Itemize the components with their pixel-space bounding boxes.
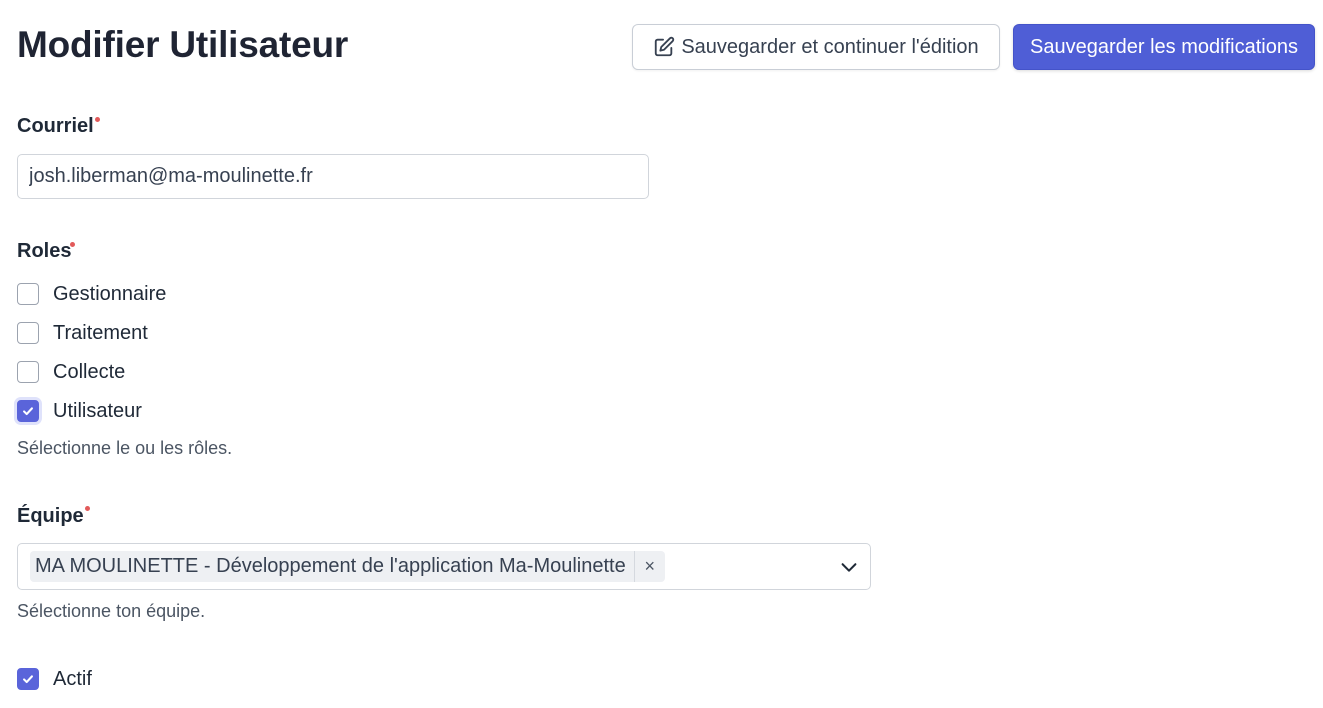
- edit-icon: [653, 36, 675, 58]
- role-label: Utilisateur: [53, 399, 142, 422]
- active-option[interactable]: Actif: [17, 666, 92, 692]
- save-and-continue-label: Sauvegarder et continuer l'édition: [681, 35, 979, 58]
- checkbox[interactable]: [17, 322, 39, 344]
- role-label: Traitement: [53, 321, 148, 344]
- check-icon: [23, 675, 33, 684]
- team-help-text: Sélectionne ton équipe.: [17, 601, 206, 621]
- email-field[interactable]: [17, 154, 649, 199]
- role-option-traitement[interactable]: Traitement: [17, 320, 148, 346]
- active-label: Actif: [53, 667, 92, 690]
- team-label: Équipe: [17, 505, 84, 527]
- save-and-continue-button[interactable]: Sauvegarder et continuer l'édition: [632, 24, 1000, 70]
- role-label: Collecte: [53, 360, 126, 383]
- page-title: Modifier Utilisateur: [17, 24, 349, 65]
- required-indicator: [85, 506, 90, 511]
- selected-team-label: MA MOULINETTE - Développement de l'appli…: [35, 555, 626, 577]
- roles-help-text: Sélectionne le ou les rôles.: [17, 438, 233, 458]
- save-changes-button[interactable]: Sauvegarder les modifications: [1013, 24, 1315, 70]
- selected-team-chip: MA MOULINETTE - Développement de l'appli…: [30, 551, 665, 582]
- edit-user-page: Modifier Utilisateur Sauvegarder et cont…: [0, 0, 1323, 708]
- required-indicator: [70, 242, 75, 247]
- checkbox[interactable]: [17, 361, 39, 383]
- team-select[interactable]: MA MOULINETTE - Développement de l'appli…: [17, 543, 871, 590]
- email-label: Courriel: [17, 115, 94, 137]
- checkbox-checked[interactable]: [17, 668, 39, 690]
- chevron-down-icon[interactable]: [838, 556, 860, 578]
- role-option-gestionnaire[interactable]: Gestionnaire: [17, 281, 166, 307]
- role-option-collecte[interactable]: Collecte: [17, 359, 125, 385]
- check-icon: [23, 407, 33, 416]
- checkbox-checked[interactable]: [17, 400, 39, 422]
- required-indicator: [95, 117, 100, 122]
- checkbox[interactable]: [17, 283, 39, 305]
- role-option-utilisateur[interactable]: Utilisateur: [17, 398, 142, 424]
- role-label: Gestionnaire: [53, 282, 167, 305]
- roles-label: Roles: [17, 240, 72, 262]
- remove-chip-button[interactable]: ×: [635, 551, 665, 582]
